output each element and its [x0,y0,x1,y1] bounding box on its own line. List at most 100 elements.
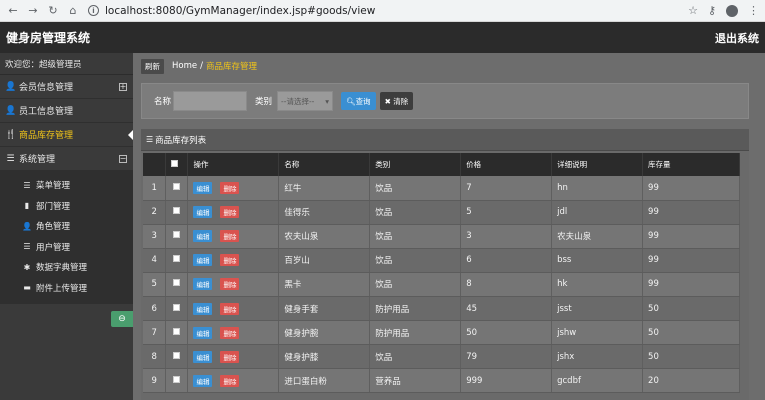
submenu-item-dictionary[interactable]: ✱ 数据字典管理 [0,257,133,278]
delete-button[interactable]: 删除 [220,374,240,387]
edit-button[interactable]: 编辑 [193,254,213,267]
header-description[interactable]: 详细说明 [551,153,644,176]
cell-category: 饮品 [369,176,462,201]
cell-category: 饮品 [369,200,462,225]
cutlery-icon: 🍴 [5,129,17,140]
select-all-checkbox[interactable] [171,160,179,167]
delete-button[interactable]: 删除 [220,302,240,315]
sidebar-item-members[interactable]: 👤 会员信息管理 + [0,75,133,99]
submenu-item-user[interactable]: ☰ 用户管理 [0,237,133,258]
app-header: 健身房管理系统 退出系统 [0,22,765,53]
breadcrumb-home[interactable]: Home [172,61,197,71]
delete-button[interactable]: 删除 [220,206,240,219]
submenu-item-label: 部门管理 [36,201,71,212]
row-checkbox-cell[interactable] [165,296,189,322]
cell-category: 营养品 [369,368,462,394]
site-info-icon[interactable]: i [88,5,99,16]
edit-button[interactable]: 编辑 [193,350,213,363]
row-checkbox-cell[interactable] [165,368,189,394]
row-checkbox[interactable] [173,279,181,287]
submenu-item-label: 角色管理 [36,222,71,233]
sidebar-item-goods[interactable]: 🍴 商品库存管理 [0,123,133,147]
table-row: 8 编辑 删除 健身护膝 饮品 79 jshx 50 [143,344,740,370]
category-select[interactable]: --请选择-- ▾ [277,91,334,111]
edit-button[interactable]: 编辑 [193,230,213,243]
url-text: localhost:8080/GymManager/index.jsp#good… [105,4,376,17]
back-icon[interactable]: ← [6,4,20,18]
address-bar[interactable]: i localhost:8080/GymManager/index.jsp#go… [88,3,688,19]
row-actions: 编辑 删除 [187,344,280,370]
edit-button[interactable]: 编辑 [193,181,213,194]
row-checkbox[interactable] [173,231,181,239]
submenu-item-role[interactable]: 👤 角色管理 [0,216,133,237]
cell-stock: 50 [642,296,740,322]
row-checkbox[interactable] [173,351,181,359]
edit-button[interactable]: 编辑 [193,326,213,339]
table-row: 5 编辑 删除 黑卡 饮品 8 hk 99 [143,272,740,297]
row-index: 9 [143,368,167,394]
submenu-item-department[interactable]: ▮ 部门管理 [0,196,133,217]
edit-button[interactable]: 编辑 [193,278,213,291]
row-checkbox[interactable] [173,207,181,215]
row-checkbox[interactable] [173,182,181,190]
table-row: 4 编辑 删除 百岁山 饮品 6 bss 99 [143,248,740,273]
sidebar-item-label: 系统管理 [19,155,56,165]
table-row: 9 编辑 删除 进口蛋白粉 营养品 999 gcdbf 20 [143,368,740,394]
row-checkbox[interactable] [173,303,181,311]
collapse-icon[interactable]: − [119,154,127,163]
logout-button[interactable]: 退出系统 [715,30,759,46]
delete-button[interactable]: 删除 [220,350,240,363]
expand-icon[interactable]: + [119,82,127,91]
key-icon[interactable]: ⚷ [708,4,716,17]
row-checkbox-cell[interactable] [165,272,189,297]
row-checkbox-cell[interactable] [165,200,189,225]
delete-button[interactable]: 删除 [220,230,240,243]
row-checkbox-cell[interactable] [165,224,189,249]
header-category[interactable]: 类别 [369,153,462,176]
row-index: 6 [143,296,167,322]
row-checkbox[interactable] [173,327,181,335]
menu-dots-icon[interactable]: ⋮ [748,4,759,17]
list-icon: ☰ [6,153,15,164]
panel-header: ☰ 商品库存列表 [141,129,749,151]
edit-button[interactable]: 编辑 [193,302,213,315]
row-checkbox-cell[interactable] [165,320,189,346]
reload-icon[interactable]: ↻ [46,4,60,18]
submenu-item-attachment[interactable]: ▬ 附件上传管理 [0,278,133,299]
sidebar-collapse-button[interactable]: ⊖ [111,311,133,327]
row-checkbox[interactable] [173,255,181,263]
home-icon[interactable]: ⌂ [66,4,80,18]
grid-icon: ▮ [24,201,30,211]
clear-button[interactable]: ✖ 清除 [379,92,414,110]
refresh-button[interactable]: 刷新 [141,58,164,74]
delete-button[interactable]: 删除 [220,254,240,267]
bookmark-star-icon[interactable]: ☆ [688,4,698,17]
delete-button[interactable]: 删除 [220,181,240,194]
delete-button[interactable]: 删除 [220,326,240,339]
row-checkbox-cell[interactable] [165,344,189,370]
header-stock[interactable]: 库存量 [642,153,740,176]
sidebar-item-system[interactable]: ☰ 系统管理 − [0,147,133,171]
row-checkbox[interactable] [173,375,181,383]
header-name[interactable]: 名称 [278,153,371,176]
header-price[interactable]: 价格 [460,153,553,176]
row-actions: 编辑 删除 [187,296,280,322]
edit-button[interactable]: 编辑 [193,374,213,387]
cell-stock: 99 [642,200,740,225]
name-input[interactable] [173,91,248,111]
submenu-item-menu[interactable]: ☰ 菜单管理 [0,175,133,196]
delete-button[interactable]: 删除 [220,278,240,291]
forward-icon[interactable]: → [26,4,40,18]
query-button[interactable]: 🔍︎ 查询 [341,92,376,110]
row-checkbox-cell[interactable] [165,248,189,273]
profile-avatar-icon[interactable] [726,4,738,17]
cell-price: 5 [460,200,553,225]
row-actions: 编辑 删除 [187,224,280,249]
row-index: 3 [143,224,167,249]
row-checkbox-cell[interactable] [165,176,189,201]
header-select-all[interactable] [165,153,189,176]
row-index: 4 [143,248,167,273]
sidebar-item-staff[interactable]: 👤 员工信息管理 [0,99,133,123]
panel-title: 商品库存列表 [155,135,207,146]
edit-button[interactable]: 编辑 [193,206,213,219]
